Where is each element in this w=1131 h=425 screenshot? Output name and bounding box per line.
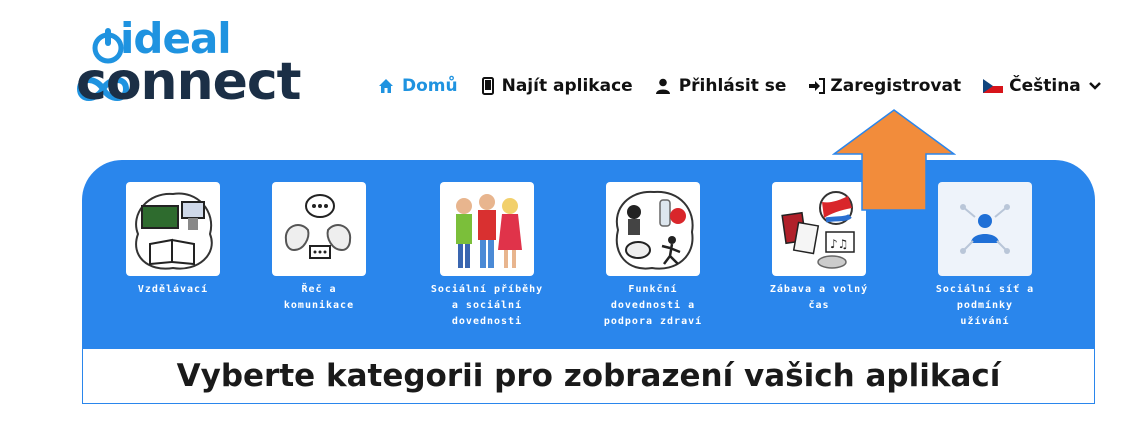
ideal-connect-logo[interactable]: ideal connect bbox=[76, 8, 306, 112]
user-icon bbox=[655, 78, 670, 94]
people-icon bbox=[440, 182, 534, 276]
logo-word-connect: connect bbox=[76, 52, 302, 112]
nav-home[interactable]: Domů bbox=[378, 76, 458, 96]
nav-register[interactable]: Zaregistrovat bbox=[808, 76, 961, 96]
nav-register-label: Zaregistrovat bbox=[830, 76, 962, 96]
chevron-down-icon bbox=[1088, 82, 1101, 90]
category-label: Sociální příběhy a sociální dovednosti bbox=[430, 284, 544, 327]
category-prompt-text: Vyberte kategorii pro zobrazení vašich a… bbox=[176, 358, 1001, 394]
nav-login-label: Přihlásit se bbox=[678, 76, 787, 96]
main-nav: Domů Najít aplikace Přihlásit se Zaregis… bbox=[378, 72, 1101, 100]
category-label: Řeč a komunikace bbox=[283, 284, 355, 311]
nav-find-apps[interactable]: Najít aplikace bbox=[481, 76, 633, 96]
nav-login[interactable]: Přihlásit se bbox=[655, 76, 787, 96]
tablet-icon bbox=[481, 77, 494, 95]
home-icon bbox=[379, 79, 393, 93]
category-label: Sociální síť a podmínky užívání bbox=[935, 284, 1035, 327]
category-label: Vzdělávací bbox=[137, 284, 209, 295]
category-prompt-box: Vyberte kategorii pro zobrazení vašich a… bbox=[82, 348, 1095, 404]
nav-find-apps-label: Najít aplikace bbox=[501, 76, 633, 96]
health-icon bbox=[606, 182, 700, 276]
language-label: Čeština bbox=[1009, 76, 1081, 96]
category-speech[interactable]: Řeč a komunikace bbox=[244, 180, 394, 314]
category-social-stories[interactable]: Sociální příběhy a sociální dovednosti bbox=[412, 180, 562, 330]
up-arrow-annotation bbox=[832, 109, 956, 211]
sign-in-icon bbox=[809, 78, 826, 94]
svg-text:♪♫: ♪♫ bbox=[830, 237, 848, 251]
language-selector[interactable]: Čeština bbox=[983, 76, 1101, 96]
czech-flag-icon bbox=[983, 79, 1004, 93]
category-label: Zábava a volný čas bbox=[769, 284, 869, 311]
education-icon bbox=[126, 182, 220, 276]
category-label: Funkční dovednosti a podpora zdraví bbox=[603, 284, 703, 327]
speech-icon bbox=[272, 182, 366, 276]
nav-home-label: Domů bbox=[402, 76, 458, 96]
category-education[interactable]: Vzdělávací bbox=[98, 180, 248, 298]
category-functional-skills[interactable]: Funkční dovednosti a podpora zdraví bbox=[578, 180, 728, 330]
